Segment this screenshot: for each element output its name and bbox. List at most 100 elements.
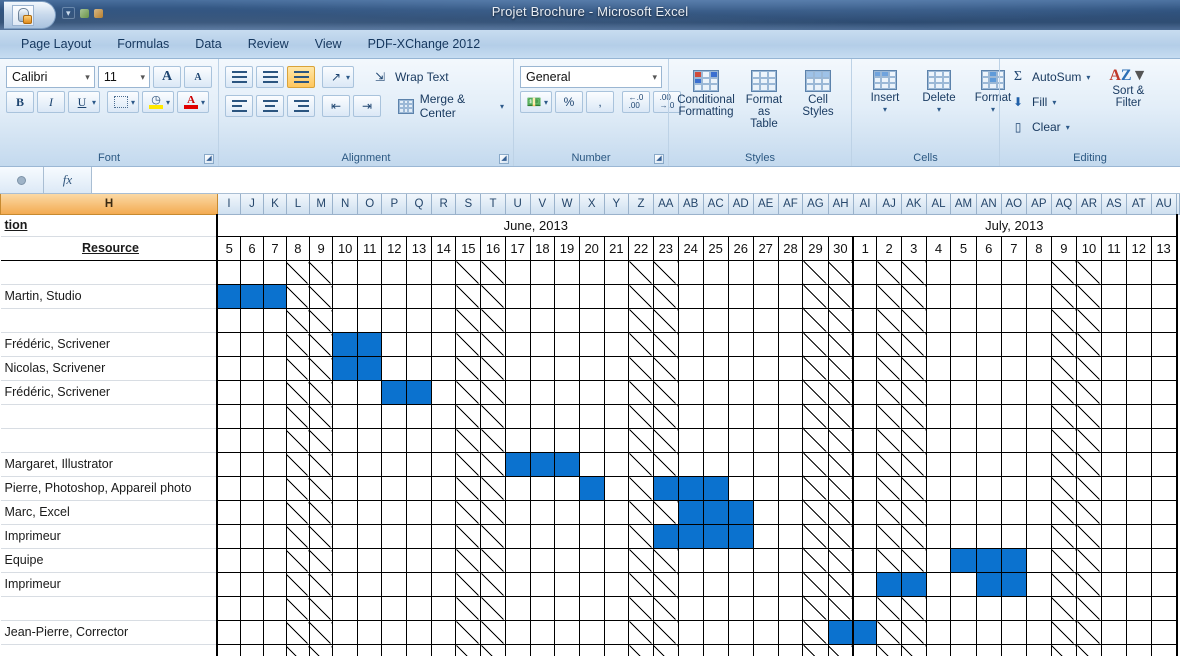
gantt-empty-cell[interactable] <box>975 475 1002 501</box>
gantt-empty-cell[interactable] <box>827 643 854 656</box>
chevron-down-icon[interactable]: ▾ <box>937 104 941 116</box>
gantt-empty-cell[interactable] <box>628 259 654 285</box>
gantt-empty-cell[interactable] <box>554 571 580 597</box>
gantt-empty-cell[interactable] <box>702 619 729 645</box>
gantt-empty-cell[interactable] <box>381 331 408 357</box>
gantt-empty-cell[interactable] <box>603 283 630 309</box>
increase-decimal-button[interactable]: ←.0.00 <box>622 91 651 113</box>
gantt-empty-cell[interactable] <box>1150 259 1178 285</box>
gantt-empty-cell[interactable] <box>216 259 242 285</box>
gantt-empty-cell[interactable] <box>1125 595 1152 621</box>
gantt-empty-cell[interactable] <box>1000 595 1027 621</box>
gantt-empty-cell[interactable] <box>628 523 654 549</box>
gantt-empty-cell[interactable] <box>876 475 902 501</box>
gantt-empty-cell[interactable] <box>216 331 242 357</box>
gantt-empty-cell[interactable] <box>262 547 287 573</box>
increase-indent-button[interactable]: ⇥ <box>353 95 381 117</box>
align-center-button[interactable] <box>256 95 284 117</box>
column-header-X[interactable]: X <box>578 194 605 215</box>
gantt-empty-cell[interactable] <box>455 331 482 357</box>
gantt-empty-cell[interactable] <box>285 595 310 621</box>
gantt-empty-cell[interactable] <box>1050 355 1078 381</box>
gantt-empty-cell[interactable] <box>1050 523 1078 549</box>
gantt-empty-cell[interactable] <box>827 595 854 621</box>
gantt-empty-cell[interactable] <box>628 355 654 381</box>
gantt-empty-cell[interactable] <box>777 643 804 656</box>
gantt-empty-cell[interactable] <box>802 331 829 357</box>
gantt-empty-cell[interactable] <box>357 523 383 549</box>
gantt-bar-cell[interactable] <box>827 619 854 645</box>
gantt-bar-cell[interactable] <box>900 571 927 597</box>
gantt-empty-cell[interactable] <box>1075 547 1103 573</box>
gantt-empty-cell[interactable] <box>1050 499 1078 525</box>
column-header-N[interactable]: N <box>332 194 359 215</box>
column-header-AT[interactable]: AT <box>1125 194 1152 215</box>
gantt-empty-cell[interactable] <box>406 523 432 549</box>
column-header-AD[interactable]: AD <box>727 194 754 215</box>
gantt-empty-cell[interactable] <box>430 379 457 405</box>
name-box[interactable] <box>0 167 44 193</box>
column-header-J[interactable]: J <box>240 194 264 215</box>
gantt-empty-cell[interactable] <box>308 475 334 501</box>
gantt-empty-cell[interactable] <box>950 379 977 405</box>
gantt-empty-cell[interactable] <box>308 571 334 597</box>
gantt-empty-cell[interactable] <box>406 547 432 573</box>
gantt-empty-cell[interactable] <box>480 451 506 477</box>
gantt-empty-cell[interactable] <box>406 331 432 357</box>
gantt-empty-cell[interactable] <box>480 331 506 357</box>
gantt-empty-cell[interactable] <box>802 523 829 549</box>
gantt-empty-cell[interactable] <box>652 619 679 645</box>
column-header-AS[interactable]: AS <box>1101 194 1127 215</box>
gantt-empty-cell[interactable] <box>504 523 531 549</box>
gantt-empty-cell[interactable] <box>852 379 878 405</box>
gantt-empty-cell[interactable] <box>1150 499 1178 525</box>
gantt-empty-cell[interactable] <box>1125 571 1152 597</box>
gantt-empty-cell[interactable] <box>603 331 630 357</box>
column-header-extra[interactable] <box>1176 194 1180 215</box>
column-header-AJ[interactable]: AJ <box>876 194 902 215</box>
column-header-AM[interactable]: AM <box>950 194 977 215</box>
gantt-empty-cell[interactable] <box>554 307 580 333</box>
gantt-empty-cell[interactable] <box>1025 499 1052 525</box>
column-header-AL[interactable]: AL <box>925 194 952 215</box>
chevron-down-icon[interactable]: ▾ <box>134 72 145 83</box>
gantt-empty-cell[interactable] <box>357 619 383 645</box>
gantt-empty-cell[interactable] <box>752 403 779 429</box>
gantt-empty-cell[interactable] <box>1050 379 1078 405</box>
gantt-empty-cell[interactable] <box>285 427 310 453</box>
gantt-empty-cell[interactable] <box>357 643 383 656</box>
gantt-empty-cell[interactable] <box>332 307 359 333</box>
gantt-empty-cell[interactable] <box>1125 355 1152 381</box>
gantt-empty-cell[interactable] <box>652 595 679 621</box>
gantt-empty-cell[interactable] <box>381 595 408 621</box>
gantt-empty-cell[interactable] <box>1150 619 1178 645</box>
gantt-empty-cell[interactable] <box>975 499 1002 525</box>
gantt-empty-cell[interactable] <box>332 427 359 453</box>
gantt-empty-cell[interactable] <box>777 379 804 405</box>
font-name-input[interactable]: Calibri ▾ <box>6 66 95 88</box>
gantt-empty-cell[interactable] <box>240 643 264 656</box>
chevron-down-icon[interactable]: ▾ <box>166 98 170 107</box>
gantt-empty-cell[interactable] <box>578 355 605 381</box>
gantt-empty-cell[interactable] <box>308 643 334 656</box>
align-bottom-button[interactable] <box>287 66 315 88</box>
gantt-empty-cell[interactable] <box>529 595 556 621</box>
column-header-AN[interactable]: AN <box>975 194 1002 215</box>
gantt-empty-cell[interactable] <box>950 283 977 309</box>
gantt-empty-cell[interactable] <box>430 403 457 429</box>
gantt-empty-cell[interactable] <box>285 475 310 501</box>
gantt-empty-cell[interactable] <box>827 547 854 573</box>
gantt-empty-cell[interactable] <box>529 259 556 285</box>
gantt-empty-cell[interactable] <box>455 475 482 501</box>
tab-pdf-xchange[interactable]: PDF-XChange 2012 <box>355 32 494 57</box>
gantt-empty-cell[interactable] <box>381 571 408 597</box>
gantt-empty-cell[interactable] <box>529 547 556 573</box>
column-header-R[interactable]: R <box>430 194 457 215</box>
gantt-empty-cell[interactable] <box>455 571 482 597</box>
gantt-empty-cell[interactable] <box>1075 307 1103 333</box>
gantt-empty-cell[interactable] <box>430 595 457 621</box>
gantt-bar-cell[interactable] <box>357 331 383 357</box>
gantt-empty-cell[interactable] <box>752 379 779 405</box>
gantt-bar-cell[interactable] <box>652 523 679 549</box>
gantt-empty-cell[interactable] <box>406 475 432 501</box>
